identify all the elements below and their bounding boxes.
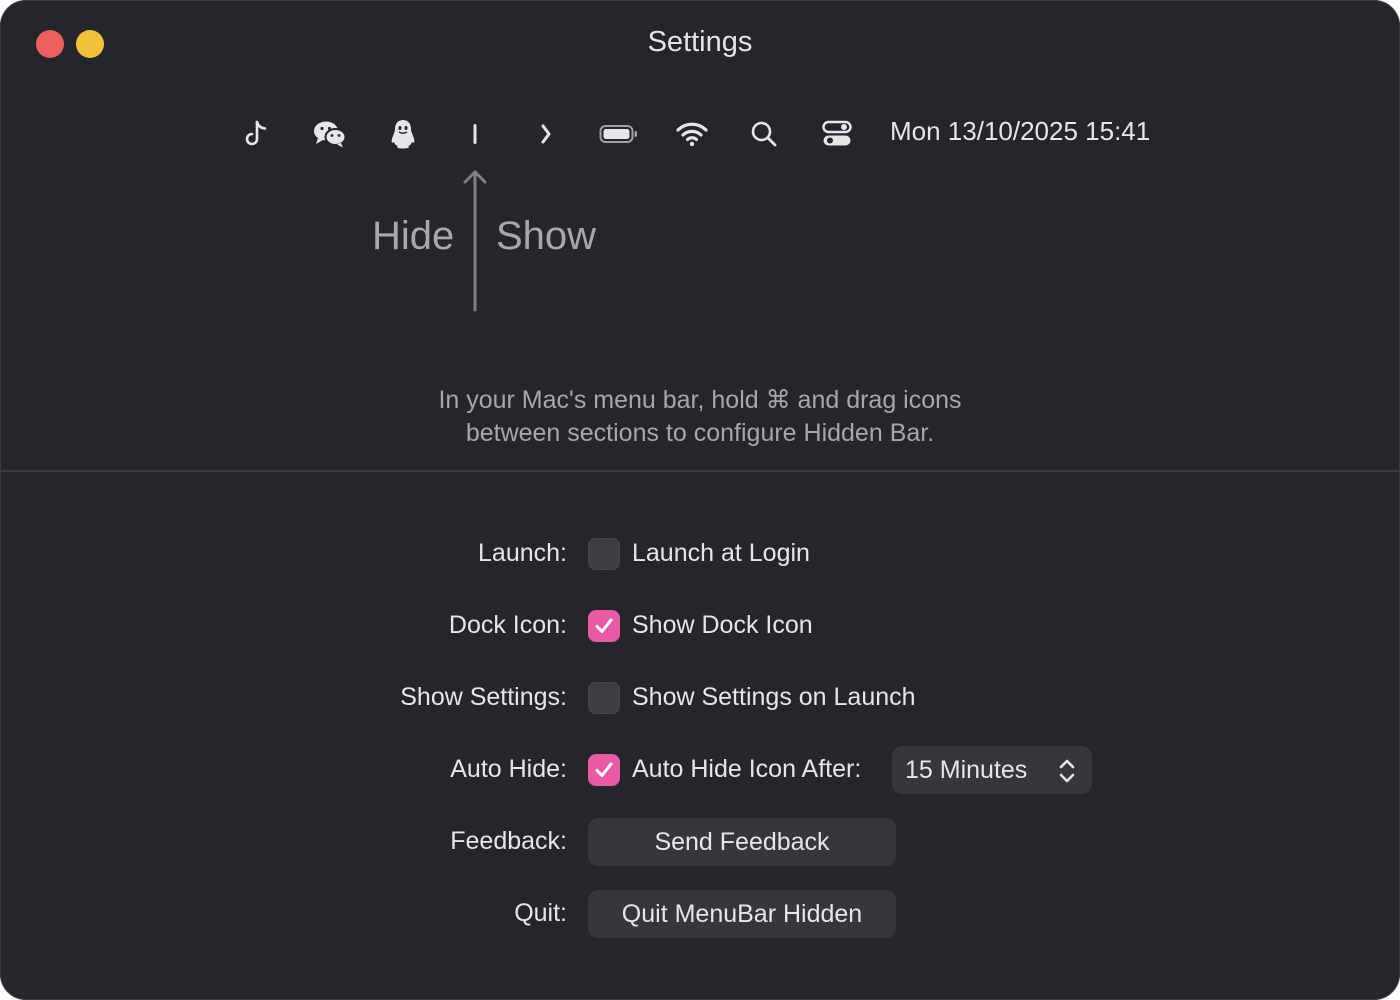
- separator-arrow-icon: [463, 170, 487, 312]
- launch-at-login-checkbox[interactable]: [588, 538, 620, 570]
- menubar-clock: Mon 13/10/2025 15:41: [890, 116, 1151, 146]
- control-center-icon: [815, 110, 859, 158]
- wifi-icon: [670, 110, 714, 158]
- auto-hide-option-label[interactable]: Auto Hide Icon After:: [632, 755, 861, 784]
- show-settings-on-launch-label[interactable]: Show Settings on Launch: [632, 683, 916, 712]
- send-feedback-button[interactable]: Send Feedback: [588, 818, 896, 866]
- qq-penguin-icon: [381, 110, 425, 158]
- separator-bar-icon[interactable]: [453, 110, 497, 158]
- up-down-chevron-icon: [1059, 759, 1075, 783]
- settings-window: Settings Mon 13/10/2025 15:41 Hide Show …: [0, 0, 1400, 1000]
- show-dock-icon-label[interactable]: Show Dock Icon: [632, 611, 813, 640]
- menubar-preview: Mon 13/10/2025 15:41: [0, 110, 1400, 158]
- show-settings-on-launch-checkbox[interactable]: [588, 682, 620, 714]
- wechat-icon: [308, 110, 352, 158]
- battery-icon: [597, 110, 641, 158]
- quit-button[interactable]: Quit MenuBar Hidden: [588, 890, 896, 938]
- expand-chevron-icon[interactable]: [524, 110, 568, 158]
- show-section-label: Show: [496, 214, 597, 258]
- hide-section-label: Hide: [372, 214, 455, 258]
- feedback-label: Feedback:: [450, 827, 567, 855]
- launch-label: Launch:: [478, 539, 567, 567]
- instructions-text: In your Mac's menu bar, hold ⌘ and drag …: [0, 384, 1400, 450]
- launch-at-login-label[interactable]: Launch at Login: [632, 539, 810, 568]
- checkmark-icon: [595, 762, 613, 777]
- auto-hide-checkbox[interactable]: [588, 754, 620, 786]
- show-settings-label: Show Settings:: [400, 683, 567, 711]
- auto-hide-duration-select[interactable]: 15 Minutes: [892, 746, 1092, 794]
- window-title: Settings: [647, 26, 753, 58]
- checkmark-icon: [595, 618, 613, 633]
- search-icon: [742, 110, 786, 158]
- auto-hide-label: Auto Hide:: [450, 755, 567, 783]
- section-divider: [0, 470, 1400, 472]
- instructions-line-2: between sections to configure Hidden Bar…: [465, 419, 935, 447]
- show-dock-icon-checkbox[interactable]: [588, 610, 620, 642]
- quit-label: Quit:: [514, 899, 567, 927]
- tiktok-icon: [236, 110, 280, 158]
- instructions-line-1: In your Mac's menu bar, hold ⌘ and drag …: [438, 386, 962, 414]
- auto-hide-duration-value: 15 Minutes: [905, 755, 1028, 784]
- dock-icon-label: Dock Icon:: [448, 611, 567, 639]
